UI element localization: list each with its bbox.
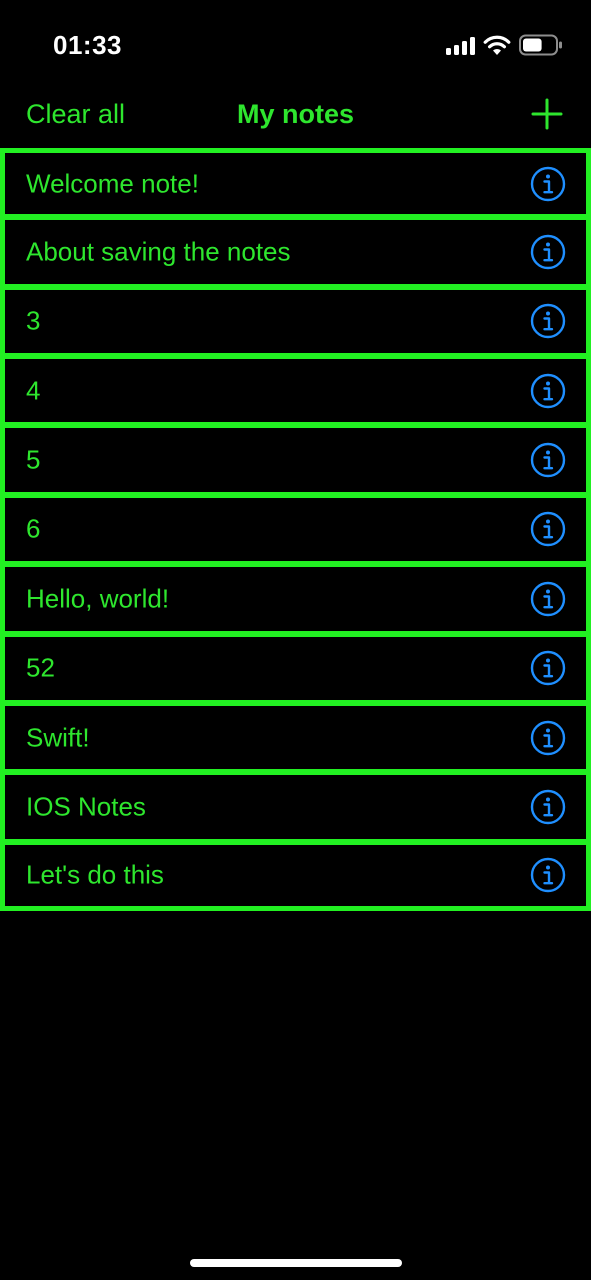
note-row[interactable]: 5	[0, 425, 591, 495]
info-icon[interactable]	[530, 234, 566, 270]
info-icon[interactable]	[530, 581, 566, 617]
note-row[interactable]: 3	[0, 286, 591, 357]
notes-list: Welcome note! About saving the notes 3 4 5 6 H…	[0, 148, 591, 911]
note-title: Welcome note!	[26, 168, 199, 199]
info-icon[interactable]	[530, 166, 566, 202]
note-title: 3	[26, 305, 41, 336]
signal-icon	[446, 35, 475, 55]
note-row[interactable]: IOS Notes	[0, 772, 591, 842]
note-row[interactable]: Let's do this	[0, 841, 591, 911]
status-time: 01:33	[53, 30, 122, 60]
note-row[interactable]: Swift!	[0, 702, 591, 773]
note-title: About saving the notes	[26, 236, 291, 267]
note-title: 5	[26, 444, 41, 475]
note-title: 52	[26, 652, 55, 683]
battery-icon	[519, 34, 562, 56]
status-bar: 01:33	[0, 0, 591, 90]
note-row[interactable]: 4	[0, 356, 591, 426]
note-row[interactable]: About saving the notes	[0, 217, 591, 287]
note-row[interactable]: 52	[0, 633, 591, 703]
page-title: My notes	[236, 99, 355, 129]
note-title: Hello, world!	[26, 583, 170, 614]
info-icon[interactable]	[530, 650, 566, 686]
wifi-icon	[483, 35, 511, 55]
note-title: 4	[26, 375, 41, 406]
note-title: Swift!	[26, 722, 90, 753]
note-title: 6	[26, 513, 41, 544]
info-icon[interactable]	[530, 511, 566, 547]
info-icon[interactable]	[530, 373, 566, 409]
plus-icon[interactable]	[531, 98, 563, 130]
note-row[interactable]: Welcome note!	[0, 148, 591, 218]
home-indicator[interactable]	[190, 1259, 402, 1267]
note-row[interactable]: 6	[0, 494, 591, 565]
info-icon[interactable]	[530, 857, 566, 893]
navigation-bar: Clear all My notes	[0, 90, 591, 146]
info-icon[interactable]	[530, 303, 566, 339]
note-title: IOS Notes	[26, 791, 146, 822]
note-row[interactable]: Hello, world!	[0, 564, 591, 634]
status-icons	[446, 34, 563, 56]
info-icon[interactable]	[530, 442, 566, 478]
info-icon[interactable]	[530, 789, 566, 825]
note-title: Let's do this	[26, 859, 164, 890]
info-icon[interactable]	[530, 720, 566, 756]
